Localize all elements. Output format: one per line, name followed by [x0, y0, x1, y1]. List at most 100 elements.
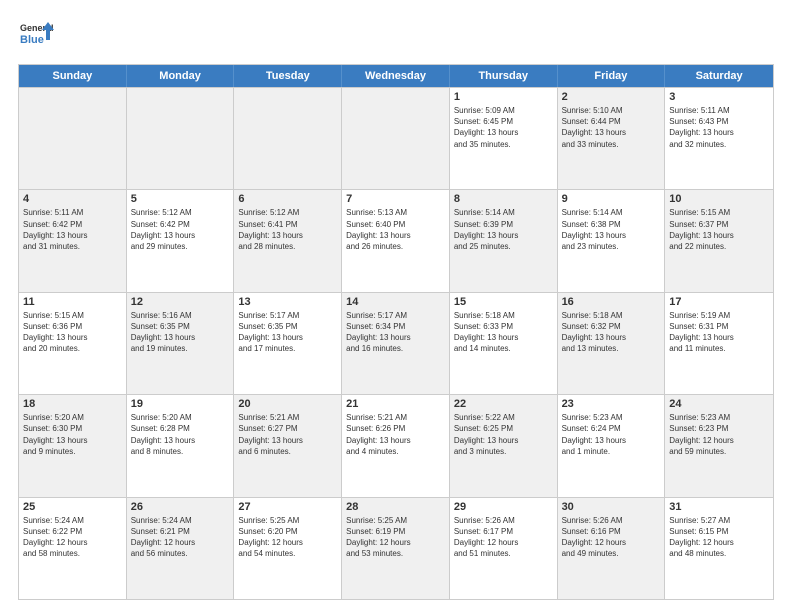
- day-number: 21: [346, 398, 445, 410]
- header-day-tuesday: Tuesday: [234, 65, 342, 87]
- header-day-monday: Monday: [127, 65, 235, 87]
- day-cell-23: 23 Sunrise: 5:23 AMSunset: 6:24 PMDayligh…: [558, 395, 666, 496]
- header-day-saturday: Saturday: [665, 65, 773, 87]
- day-cell-7: 7Sunrise: 5:13 AMSunset: 6:40 PMDaylight…: [342, 190, 450, 291]
- day-cell-14: 14 Sunrise: 5:17 AMSunset: 6:34 PMDayligh…: [342, 293, 450, 394]
- day-info: Sunrise: 5:22 AMSunset: 6:25 PMDaylight:…: [454, 412, 553, 457]
- day-info: Sunrise: 5:23 AMSunset: 6:24 PMDaylight:…: [562, 412, 661, 457]
- day-info: Sunrise: 5:15 AMSunset: 6:37 PMDaylight:…: [669, 207, 769, 252]
- week-row-3: 11 Sunrise: 5:15 AMSunset: 6:36 PMDayligh…: [19, 292, 773, 394]
- day-number: 7: [346, 193, 445, 205]
- day-number: 20: [238, 398, 337, 410]
- day-number: 18: [23, 398, 122, 410]
- day-info: Sunrise: 5:19 AMSunset: 6:31 PMDaylight:…: [669, 310, 769, 355]
- week-row-1: 1Sunrise: 5:09 AMSunset: 6:45 PMDaylight…: [19, 87, 773, 189]
- page: General Blue SundayMondayTuesdayWednesda…: [0, 0, 792, 612]
- day-cell-26: 26 Sunrise: 5:24 AMSunset: 6:21 PMDayligh…: [127, 498, 235, 599]
- day-info: Sunrise: 5:20 AMSunset: 6:28 PMDaylight:…: [131, 412, 230, 457]
- day-info: Sunrise: 5:17 AMSunset: 6:35 PMDaylight:…: [238, 310, 337, 355]
- day-cell-10: 10 Sunrise: 5:15 AMSunset: 6:37 PMDayligh…: [665, 190, 773, 291]
- day-info: Sunrise: 5:18 AMSunset: 6:32 PMDaylight:…: [562, 310, 661, 355]
- day-cell-24: 24 Sunrise: 5:23 AMSunset: 6:23 PMDayligh…: [665, 395, 773, 496]
- day-info: Sunrise: 5:14 AMSunset: 6:39 PMDaylight:…: [454, 207, 553, 252]
- empty-cell: [342, 88, 450, 189]
- day-number: 28: [346, 501, 445, 513]
- day-number: 14: [346, 296, 445, 308]
- day-number: 2: [562, 91, 661, 103]
- day-cell-1: 1Sunrise: 5:09 AMSunset: 6:45 PMDaylight…: [450, 88, 558, 189]
- day-cell-21: 21Sunrise: 5:21 AMSunset: 6:26 PMDayligh…: [342, 395, 450, 496]
- calendar-header: SundayMondayTuesdayWednesdayThursdayFrid…: [19, 65, 773, 87]
- logo-icon: General Blue: [18, 18, 54, 54]
- day-number: 10: [669, 193, 769, 205]
- header: General Blue: [18, 18, 774, 54]
- day-info: Sunrise: 5:24 AMSunset: 6:21 PMDaylight:…: [131, 515, 230, 560]
- day-number: 17: [669, 296, 769, 308]
- day-info: Sunrise: 5:26 AMSunset: 6:16 PMDaylight:…: [562, 515, 661, 560]
- day-cell-8: 8 Sunrise: 5:14 AMSunset: 6:39 PMDaylight…: [450, 190, 558, 291]
- day-cell-27: 27Sunrise: 5:25 AMSunset: 6:20 PMDayligh…: [234, 498, 342, 599]
- day-number: 4: [23, 193, 122, 205]
- day-number: 31: [669, 501, 769, 513]
- day-info: Sunrise: 5:27 AMSunset: 6:15 PMDaylight:…: [669, 515, 769, 560]
- svg-text:Blue: Blue: [20, 34, 44, 46]
- day-info: Sunrise: 5:17 AMSunset: 6:34 PMDaylight:…: [346, 310, 445, 355]
- empty-cell: [234, 88, 342, 189]
- day-info: Sunrise: 5:18 AMSunset: 6:33 PMDaylight:…: [454, 310, 553, 355]
- day-info: Sunrise: 5:24 AMSunset: 6:22 PMDaylight:…: [23, 515, 122, 560]
- day-cell-22: 22 Sunrise: 5:22 AMSunset: 6:25 PMDayligh…: [450, 395, 558, 496]
- day-info: Sunrise: 5:12 AMSunset: 6:42 PMDaylight:…: [131, 207, 230, 252]
- day-info: Sunrise: 5:10 AMSunset: 6:44 PMDaylight:…: [562, 105, 661, 150]
- day-cell-19: 19 Sunrise: 5:20 AMSunset: 6:28 PMDayligh…: [127, 395, 235, 496]
- day-cell-3: 3Sunrise: 5:11 AMSunset: 6:43 PMDaylight…: [665, 88, 773, 189]
- day-cell-25: 25 Sunrise: 5:24 AMSunset: 6:22 PMDayligh…: [19, 498, 127, 599]
- day-cell-29: 29Sunrise: 5:26 AMSunset: 6:17 PMDayligh…: [450, 498, 558, 599]
- day-cell-5: 5 Sunrise: 5:12 AMSunset: 6:42 PMDaylight…: [127, 190, 235, 291]
- day-number: 25: [23, 501, 122, 513]
- day-cell-2: 2 Sunrise: 5:10 AMSunset: 6:44 PMDaylight…: [558, 88, 666, 189]
- day-info: Sunrise: 5:14 AMSunset: 6:38 PMDaylight:…: [562, 207, 661, 252]
- day-cell-13: 13 Sunrise: 5:17 AMSunset: 6:35 PMDayligh…: [234, 293, 342, 394]
- calendar: SundayMondayTuesdayWednesdayThursdayFrid…: [18, 64, 774, 600]
- day-number: 3: [669, 91, 769, 103]
- day-info: Sunrise: 5:23 AMSunset: 6:23 PMDaylight:…: [669, 412, 769, 457]
- day-number: 22: [454, 398, 553, 410]
- day-info: Sunrise: 5:11 AMSunset: 6:42 PMDaylight:…: [23, 207, 122, 252]
- day-number: 11: [23, 296, 122, 308]
- day-number: 24: [669, 398, 769, 410]
- day-cell-18: 18 Sunrise: 5:20 AMSunset: 6:30 PMDayligh…: [19, 395, 127, 496]
- day-number: 9: [562, 193, 661, 205]
- day-info: Sunrise: 5:16 AMSunset: 6:35 PMDaylight:…: [131, 310, 230, 355]
- day-number: 29: [454, 501, 553, 513]
- day-cell-31: 31 Sunrise: 5:27 AMSunset: 6:15 PMDayligh…: [665, 498, 773, 599]
- day-cell-15: 15Sunrise: 5:18 AMSunset: 6:33 PMDayligh…: [450, 293, 558, 394]
- day-info: Sunrise: 5:21 AMSunset: 6:27 PMDaylight:…: [238, 412, 337, 457]
- day-cell-9: 9 Sunrise: 5:14 AMSunset: 6:38 PMDaylight…: [558, 190, 666, 291]
- day-number: 30: [562, 501, 661, 513]
- week-row-4: 18 Sunrise: 5:20 AMSunset: 6:30 PMDayligh…: [19, 394, 773, 496]
- day-cell-30: 30 Sunrise: 5:26 AMSunset: 6:16 PMDayligh…: [558, 498, 666, 599]
- day-number: 23: [562, 398, 661, 410]
- day-info: Sunrise: 5:25 AMSunset: 6:19 PMDaylight:…: [346, 515, 445, 560]
- day-cell-11: 11 Sunrise: 5:15 AMSunset: 6:36 PMDayligh…: [19, 293, 127, 394]
- day-number: 1: [454, 91, 553, 103]
- day-info: Sunrise: 5:15 AMSunset: 6:36 PMDaylight:…: [23, 310, 122, 355]
- header-day-sunday: Sunday: [19, 65, 127, 87]
- day-cell-12: 12Sunrise: 5:16 AMSunset: 6:35 PMDayligh…: [127, 293, 235, 394]
- day-info: Sunrise: 5:12 AMSunset: 6:41 PMDaylight:…: [238, 207, 337, 252]
- day-info: Sunrise: 5:20 AMSunset: 6:30 PMDaylight:…: [23, 412, 122, 457]
- empty-cell: [19, 88, 127, 189]
- week-row-2: 4 Sunrise: 5:11 AMSunset: 6:42 PMDaylight…: [19, 189, 773, 291]
- day-number: 19: [131, 398, 230, 410]
- day-cell-20: 20 Sunrise: 5:21 AMSunset: 6:27 PMDayligh…: [234, 395, 342, 496]
- header-day-friday: Friday: [558, 65, 666, 87]
- day-number: 13: [238, 296, 337, 308]
- day-number: 26: [131, 501, 230, 513]
- day-cell-6: 6 Sunrise: 5:12 AMSunset: 6:41 PMDaylight…: [234, 190, 342, 291]
- day-cell-28: 28 Sunrise: 5:25 AMSunset: 6:19 PMDayligh…: [342, 498, 450, 599]
- day-number: 6: [238, 193, 337, 205]
- day-number: 5: [131, 193, 230, 205]
- logo: General Blue: [18, 18, 54, 54]
- day-number: 8: [454, 193, 553, 205]
- day-number: 27: [238, 501, 337, 513]
